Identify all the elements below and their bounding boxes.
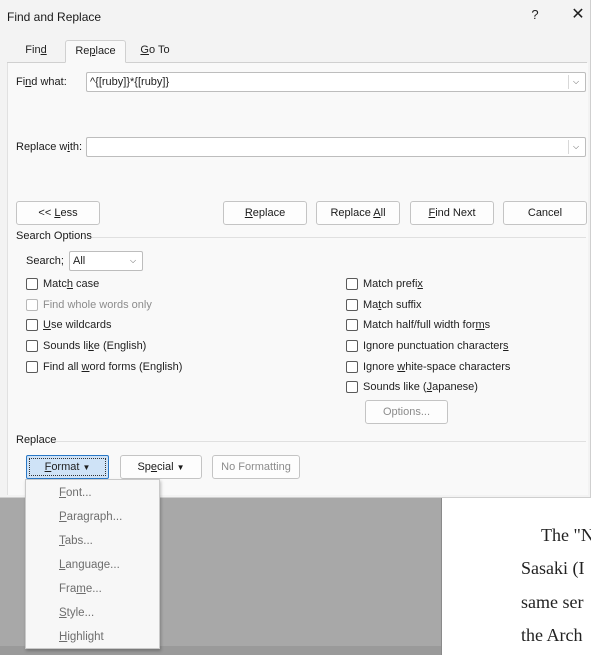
menu-item-tabs[interactable]: Tabs... [59, 535, 93, 547]
format-button[interactable]: Format ▼ [26, 455, 109, 479]
cancel-button[interactable]: Cancel [503, 201, 587, 225]
checkbox-box[interactable] [346, 361, 358, 373]
chevron-down-icon[interactable]: ⌵ [568, 75, 583, 89]
checkbox-box[interactable] [26, 361, 38, 373]
document-line: the Arch [521, 625, 583, 645]
checkbox-box[interactable] [346, 299, 358, 311]
match-prefix-checkbox[interactable]: Match prefix [346, 276, 423, 292]
checkbox-box[interactable] [346, 319, 358, 331]
checkbox-box[interactable] [26, 319, 38, 331]
search-label: Search; [26, 255, 64, 267]
help-button[interactable]: ? [524, 4, 546, 26]
document-line: Sasaki (I [521, 558, 585, 578]
replace-with-input[interactable]: ⌵ [86, 137, 586, 157]
document-line: The "N [541, 525, 591, 545]
checkbox-box[interactable] [346, 278, 358, 290]
caret-down-icon: ▼ [176, 463, 185, 472]
sounds-like-japanese-checkbox[interactable]: Sounds like (Japanese) [346, 379, 478, 395]
whole-words-checkbox[interactable]: Find whole words only [26, 297, 152, 313]
whole-words-label: Find whole words only [43, 299, 152, 311]
chevron-down-icon[interactable]: ⌵ [126, 254, 140, 268]
find-next-button[interactable]: Find Next [410, 201, 494, 225]
menu-item-highlight[interactable]: Highlight [59, 631, 104, 643]
document-line: same ser [521, 592, 584, 612]
find-what-label: Find what: [16, 76, 67, 88]
tab-goto[interactable]: Go To [126, 40, 184, 62]
use-wildcards-checkbox[interactable]: Use wildcards [26, 317, 111, 333]
options-button[interactable]: Options... [365, 400, 448, 424]
replace-section-heading: Replace [16, 434, 57, 446]
special-button[interactable]: Special ▼ [120, 455, 202, 479]
menu-item-paragraph[interactable]: Paragraph... [59, 511, 122, 523]
dialog-title: Find and Replace [7, 10, 102, 24]
ignore-punctuation-checkbox[interactable]: Ignore punctuation characters [346, 338, 509, 354]
find-what-input[interactable]: ^{[ruby]}*{[ruby]} ⌵ [86, 72, 586, 92]
section-divider [92, 237, 586, 238]
replace-all-button[interactable]: Replace All [316, 201, 400, 225]
less-button[interactable]: << Less [16, 201, 100, 225]
caret-down-icon: ▼ [82, 463, 91, 472]
menu-item-style[interactable]: Style... [59, 607, 94, 619]
search-direction-value: All [73, 255, 86, 267]
match-suffix-checkbox[interactable]: Match suffix [346, 297, 422, 313]
no-formatting-button[interactable]: No Formatting [212, 455, 300, 479]
format-menu: Font... Paragraph... Tabs... Language...… [25, 479, 160, 649]
menu-item-font[interactable]: Font... [59, 487, 92, 499]
menu-item-frame[interactable]: Frame... [59, 583, 102, 595]
match-case-checkbox[interactable]: Match case [26, 276, 99, 292]
search-options-heading: Search Options [16, 230, 92, 242]
checkbox-box[interactable] [26, 299, 38, 311]
find-what-value: ^{[ruby]}*{[ruby]} [90, 76, 170, 88]
tab-find[interactable]: Find [7, 40, 65, 62]
section-divider [56, 441, 586, 442]
checkbox-box[interactable] [346, 340, 358, 352]
document-page[interactable]: The "N Sasaki (I same ser the Arch [441, 495, 591, 655]
replace-with-label: Replace with: [16, 141, 83, 153]
close-icon[interactable]: ✕ [566, 4, 590, 26]
checkbox-box[interactable] [26, 340, 38, 352]
tab-replace[interactable]: Replace [65, 40, 126, 63]
match-width-checkbox[interactable]: Match half/full width forms [346, 317, 490, 333]
word-forms-checkbox[interactable]: Find all word forms (English) [26, 359, 182, 375]
find-replace-dialog: Find and Replace ? ✕ Find Replace Go To … [0, 0, 591, 498]
replace-button[interactable]: Replace [223, 201, 307, 225]
chevron-down-icon[interactable]: ⌵ [568, 140, 583, 154]
sounds-like-english-checkbox[interactable]: Sounds like (English) [26, 338, 146, 354]
menu-item-language[interactable]: Language... [59, 559, 120, 571]
search-direction-select[interactable]: All ⌵ [69, 251, 143, 271]
checkbox-box[interactable] [346, 381, 358, 393]
checkbox-box[interactable] [26, 278, 38, 290]
ignore-whitespace-checkbox[interactable]: Ignore white-space characters [346, 359, 510, 375]
